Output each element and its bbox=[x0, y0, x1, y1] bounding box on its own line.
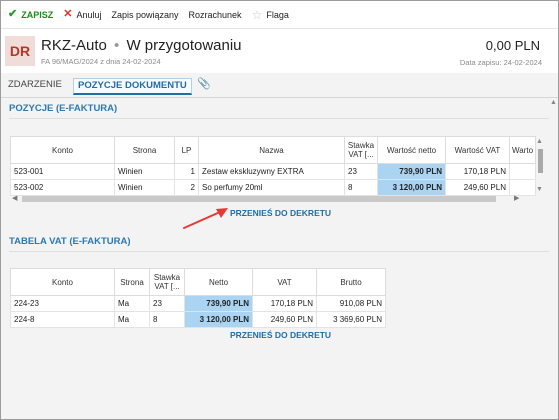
column-header-strona[interactable]: Strona bbox=[114, 268, 150, 296]
column-header-more[interactable]: Warto bbox=[508, 136, 537, 164]
positions-horizontal-scrollbar[interactable]: ◀ ▶ bbox=[12, 194, 522, 202]
document-amount: 0,00 PLN bbox=[485, 38, 540, 53]
star-icon: ☆ bbox=[251, 7, 263, 22]
column-header-stawka[interactable]: Stawka VAT [... bbox=[344, 136, 378, 164]
cell-strona[interactable]: Ma bbox=[114, 311, 150, 328]
cell-brutto[interactable]: 910,08 PLN bbox=[316, 295, 386, 312]
page-scroll-up-icon[interactable]: ▲ bbox=[550, 99, 557, 106]
column-header-konto[interactable]: Konto bbox=[10, 268, 115, 296]
cell-netto[interactable]: 3 120,00 PLN bbox=[184, 311, 253, 328]
flag-label: Flaga bbox=[266, 9, 289, 20]
column-header-lp[interactable]: LP bbox=[174, 136, 199, 164]
linked-entry-label: Zapis powiązany bbox=[111, 9, 179, 20]
tab-bar: ZDARZENIE POZYCJE DOKUMENTU 📎 bbox=[1, 74, 558, 98]
cell-netto[interactable]: 739,90 PLN bbox=[377, 163, 446, 180]
save-button[interactable]: ✔ ZAPISZ bbox=[1, 1, 58, 28]
table-row[interactable]: 224-8 Ma 8 3 120,00 PLN 249,60 PLN 3 369… bbox=[10, 311, 386, 328]
cell-konto[interactable]: 224-23 bbox=[10, 295, 115, 312]
vat-header-row: Konto Strona Stawka VAT [... Netto VAT Br… bbox=[10, 268, 386, 296]
cell-brutto[interactable]: 3 369,60 PLN bbox=[316, 311, 386, 328]
move-to-decree-link-vat[interactable]: PRZENIEŚ DO DEKRETU bbox=[230, 330, 331, 340]
cell-stawka[interactable]: 23 bbox=[149, 295, 185, 312]
tab-event[interactable]: ZDARZENIE bbox=[8, 79, 62, 90]
cell-vat[interactable]: 170,18 PLN bbox=[252, 295, 317, 312]
positions-table: Konto Strona LP Nazwa Stawka VAT [... War… bbox=[10, 136, 537, 196]
table-row[interactable]: 523-001 Winien 1 Zestaw ekskluzywny EXTR… bbox=[10, 163, 537, 180]
cell-netto[interactable]: 739,90 PLN bbox=[184, 295, 253, 312]
document-name: RKZ-Auto bbox=[41, 37, 107, 54]
scroll-left-icon[interactable]: ◀ bbox=[12, 194, 17, 202]
cell-strona[interactable]: Winien bbox=[114, 163, 175, 180]
document-header: DR RKZ-Auto • W przygotowaniu FA 96/MAG/… bbox=[1, 29, 558, 73]
vertical-scroll-thumb[interactable] bbox=[538, 149, 543, 173]
scroll-up-icon[interactable]: ▲ bbox=[536, 138, 543, 145]
scroll-right-icon[interactable]: ▶ bbox=[514, 194, 519, 202]
x-icon: ✕ bbox=[63, 8, 73, 20]
document-status: W przygotowaniu bbox=[126, 37, 242, 54]
horizontal-scroll-thumb[interactable] bbox=[22, 196, 496, 202]
document-subtitle: FA 96/MAG/2024 z dnia 24-02-2024 bbox=[41, 57, 161, 66]
tab-document-positions[interactable]: POZYCJE DOKUMENTU bbox=[73, 78, 192, 95]
title-separator: • bbox=[114, 37, 120, 54]
app-window: ✔ ZAPISZ ✕ Anuluj Zapis powiązany Rozrac… bbox=[0, 0, 559, 420]
cell-strona[interactable]: Ma bbox=[114, 295, 150, 312]
stawka-line2: VAT [... bbox=[154, 282, 180, 291]
cell-lp[interactable]: 1 bbox=[174, 163, 199, 180]
cell-konto[interactable]: 224-8 bbox=[10, 311, 115, 328]
settlement-label: Rozrachunek bbox=[188, 9, 242, 20]
column-header-strona[interactable]: Strona bbox=[114, 136, 175, 164]
cell-konto[interactable]: 523-001 bbox=[10, 163, 115, 180]
save-label: ZAPISZ bbox=[21, 9, 54, 20]
toolbar: ✔ ZAPISZ ✕ Anuluj Zapis powiązany Rozrac… bbox=[1, 1, 558, 29]
annotation-arrow-icon bbox=[183, 208, 228, 229]
column-header-vat[interactable]: VAT bbox=[252, 268, 317, 296]
vat-divider bbox=[9, 251, 549, 252]
move-to-decree-link[interactable]: PRZENIEŚ DO DEKRETU bbox=[230, 208, 331, 218]
column-header-vat[interactable]: Wartość VAT bbox=[445, 136, 510, 164]
document-type-badge: DR bbox=[5, 36, 35, 66]
positions-divider bbox=[9, 118, 549, 119]
table-row[interactable]: 224-23 Ma 23 739,90 PLN 170,18 PLN 910,0… bbox=[10, 295, 386, 312]
cancel-button[interactable]: ✕ Anuluj bbox=[58, 1, 106, 28]
entry-date: Data zapisu: 24-02-2024 bbox=[459, 58, 542, 67]
stawka-line1: Stawka bbox=[347, 141, 375, 150]
scroll-down-icon[interactable]: ▼ bbox=[536, 186, 543, 193]
positions-vertical-scrollbar[interactable]: ▲ ▼ bbox=[536, 138, 545, 198]
linked-entry-button[interactable]: Zapis powiązany bbox=[106, 1, 183, 28]
cell-nazwa[interactable]: Zestaw ekskluzywny EXTRA bbox=[198, 163, 345, 180]
cell-more[interactable] bbox=[508, 163, 537, 180]
positions-section-title: POZYCJE (E-FAKTURA) bbox=[9, 103, 118, 114]
stawka-line1: Stawka bbox=[153, 273, 181, 282]
flag-button[interactable]: ☆ Flaga bbox=[247, 1, 294, 28]
vat-section-title: TABELA VAT (E-FAKTURA) bbox=[9, 236, 131, 247]
check-icon: ✔ bbox=[8, 8, 18, 20]
column-header-netto[interactable]: Wartość netto bbox=[377, 136, 446, 164]
vat-table: Konto Strona Stawka VAT [... Netto VAT Br… bbox=[10, 268, 386, 328]
cell-stawka[interactable]: 8 bbox=[149, 311, 185, 328]
cancel-label: Anuluj bbox=[76, 9, 102, 20]
column-header-konto[interactable]: Konto bbox=[10, 136, 115, 164]
cell-vat[interactable]: 249,60 PLN bbox=[252, 311, 317, 328]
column-header-netto[interactable]: Netto bbox=[184, 268, 253, 296]
positions-header-row: Konto Strona LP Nazwa Stawka VAT [... War… bbox=[10, 136, 537, 164]
settlement-button[interactable]: Rozrachunek bbox=[184, 1, 247, 28]
cell-vat[interactable]: 170,18 PLN bbox=[445, 163, 510, 180]
stawka-line2: VAT [... bbox=[348, 150, 374, 159]
column-header-nazwa[interactable]: Nazwa bbox=[198, 136, 345, 164]
paperclip-icon[interactable]: 📎 bbox=[197, 77, 211, 90]
cell-stawka[interactable]: 23 bbox=[344, 163, 378, 180]
column-header-stawka[interactable]: Stawka VAT [... bbox=[149, 268, 185, 296]
column-header-brutto[interactable]: Brutto bbox=[316, 268, 386, 296]
page-title: RKZ-Auto • W przygotowaniu bbox=[41, 37, 242, 54]
